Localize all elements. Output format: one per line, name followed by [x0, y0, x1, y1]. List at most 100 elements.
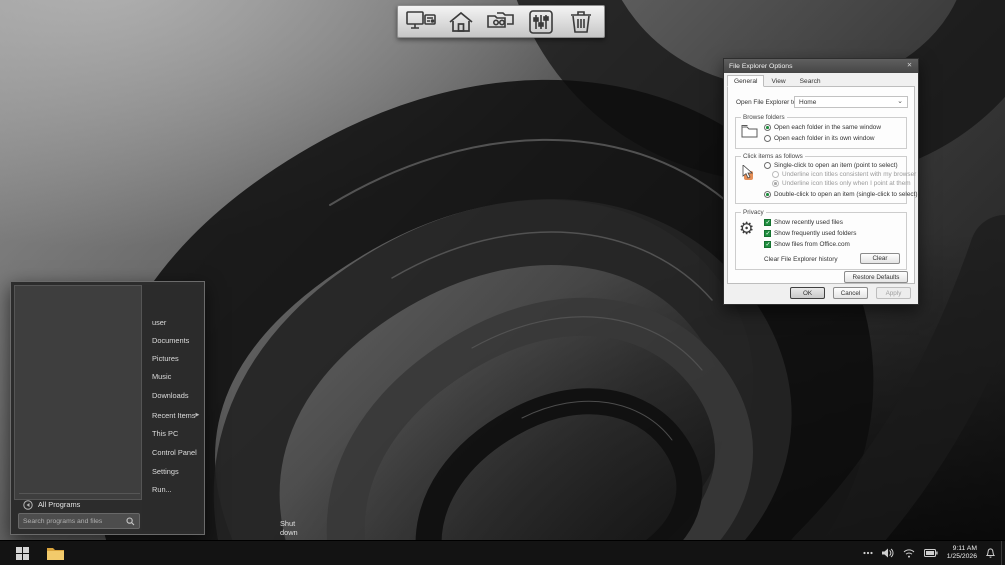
radio-label: Open each folder in its own window	[774, 135, 875, 142]
recycle-bin-icon[interactable]	[564, 8, 598, 35]
search-input[interactable]	[23, 517, 126, 525]
cancel-button[interactable]: Cancel	[833, 287, 868, 299]
taskbar: 9:11 AM 1/25/2026	[0, 540, 1005, 565]
show-desktop-button[interactable]	[1001, 541, 1005, 565]
submenu-arrow-icon: ▶	[195, 412, 200, 418]
start-item-pictures[interactable]: Pictures	[152, 350, 197, 366]
radio-label: Underline icon titles only when I point …	[782, 180, 911, 187]
clock-time: 9:11 AM	[952, 544, 977, 552]
ok-button[interactable]: OK	[790, 287, 825, 299]
radio-icon	[764, 162, 771, 169]
desktop-toolbar	[397, 5, 605, 38]
start-item-run[interactable]: Run...	[152, 481, 197, 497]
hidden-icons-button[interactable]	[863, 551, 873, 555]
radio-icon	[772, 180, 779, 187]
checkbox-label: Show recently used files	[774, 219, 843, 226]
start-item-recent-items[interactable]: Recent Items ▶	[152, 407, 199, 423]
start-menu-programs-pane	[14, 285, 142, 500]
checkbox-frequent-folders[interactable]: Show frequently used folders	[764, 230, 856, 237]
start-item-label: Recent Items	[152, 410, 196, 420]
back-arrow-icon	[23, 499, 33, 510]
open-to-label: Open File Explorer to:	[736, 99, 799, 106]
start-button[interactable]	[12, 543, 32, 563]
browse-folders-legend: Browse folders	[741, 114, 787, 121]
windows-logo-icon	[15, 546, 29, 560]
start-menu: user Documents Pictures Music Downloads …	[10, 281, 298, 537]
radio-open-same-window[interactable]: Open each folder in the same window	[764, 124, 881, 131]
clear-history-label: Clear File Explorer history	[764, 256, 838, 263]
clock[interactable]: 9:11 AM 1/25/2026	[947, 545, 977, 562]
radio-icon	[772, 171, 779, 178]
open-to-value: Home	[799, 98, 817, 106]
start-item-label: Settings	[152, 466, 179, 476]
radio-double-click[interactable]: Double-click to open an item (single-cli…	[764, 191, 918, 198]
start-item-documents[interactable]: Documents	[152, 332, 197, 348]
start-menu-separator	[19, 493, 140, 494]
checkbox-office-files[interactable]: Show files from Office.com	[764, 241, 850, 248]
mouse-pointer-icon	[741, 164, 755, 183]
privacy-legend: Privacy	[741, 209, 766, 216]
start-item-settings[interactable]: Settings	[152, 463, 197, 479]
start-item-label: Pictures	[152, 353, 179, 363]
checkbox-icon	[764, 219, 771, 226]
tab-page-general: Open File Explorer to: Home ⌄ Browse fol…	[727, 86, 918, 284]
checkbox-label: Show frequently used folders	[774, 230, 857, 237]
radio-label: Underline icon titles consistent with my…	[782, 171, 917, 178]
start-item-label: Control Panel	[152, 447, 197, 457]
search-box	[18, 513, 140, 529]
start-item-control-panel[interactable]: Control Panel	[152, 444, 197, 460]
start-item-downloads[interactable]: Downloads	[152, 387, 197, 403]
computer-icon[interactable]	[404, 8, 438, 35]
start-item-label: Music	[152, 371, 172, 381]
radio-icon	[764, 191, 771, 198]
start-item-label: This PC	[152, 428, 179, 438]
clock-date: 1/25/2026	[946, 553, 977, 560]
privacy-group: Privacy ⚙ Show recently used files Show …	[735, 209, 907, 270]
dialog-titlebar[interactable]: File Explorer Options ✕	[724, 59, 918, 73]
system-tray: 9:11 AM 1/25/2026	[863, 545, 1001, 562]
tab-general[interactable]: General	[727, 75, 765, 87]
start-item-label: Run...	[152, 484, 172, 494]
start-item-label: user	[152, 317, 167, 327]
mixer-icon[interactable]	[524, 8, 558, 35]
start-item-label: Downloads	[152, 390, 189, 400]
radio-label: Open each folder in the same window	[774, 124, 881, 131]
radio-icon	[764, 124, 771, 131]
restore-defaults-button[interactable]: Restore Defaults	[844, 271, 908, 283]
apply-button[interactable]: Apply	[876, 287, 911, 299]
close-icon[interactable]: ✕	[904, 61, 915, 71]
battery-icon[interactable]	[923, 549, 938, 557]
taskbar-left	[0, 543, 65, 563]
checkbox-icon	[764, 230, 771, 237]
click-items-group: Click items as follows Single-click to o…	[735, 153, 918, 204]
clear-button[interactable]: Clear	[860, 253, 900, 264]
chevron-down-icon: ⌄	[897, 98, 903, 105]
network-icon[interactable]	[903, 548, 915, 558]
radio-single-click[interactable]: Single-click to open an item (point to s…	[764, 162, 898, 169]
browse-folders-group: Browse folders Open each folder in the s…	[735, 114, 907, 149]
checkbox-label: Show files from Office.com	[774, 241, 850, 248]
search-icon	[126, 516, 135, 525]
radio-open-own-window[interactable]: Open each folder in its own window	[764, 135, 875, 142]
shut-down-button[interactable]: Shut down	[280, 519, 298, 537]
dialog-button-row: OK Cancel Apply	[724, 287, 918, 299]
folder-icon	[741, 124, 758, 140]
start-item-music[interactable]: Music	[152, 368, 197, 384]
radio-label: Single-click to open an item (point to s…	[774, 162, 898, 169]
all-programs-button[interactable]: All Programs	[23, 498, 80, 511]
volume-icon[interactable]	[881, 548, 894, 558]
shared-folders-icon[interactable]	[484, 8, 518, 35]
start-item-user[interactable]: user	[152, 314, 197, 330]
start-item-this-pc[interactable]: This PC	[152, 425, 197, 441]
file-explorer-taskbar-icon[interactable]	[45, 543, 65, 563]
notifications-icon[interactable]	[986, 548, 995, 558]
home-icon[interactable]	[444, 8, 478, 35]
open-to-dropdown[interactable]: Home ⌄	[794, 96, 908, 108]
checkbox-recent-files[interactable]: Show recently used files	[764, 219, 843, 226]
radio-icon	[764, 135, 771, 142]
folder-icon	[46, 547, 64, 560]
radio-underline-browser[interactable]: Underline icon titles consistent with my…	[772, 171, 916, 178]
start-item-label: Documents	[152, 335, 190, 345]
radio-underline-point[interactable]: Underline icon titles only when I point …	[772, 180, 911, 187]
start-menu-places-pane: user Documents Pictures Music Downloads …	[142, 285, 298, 537]
